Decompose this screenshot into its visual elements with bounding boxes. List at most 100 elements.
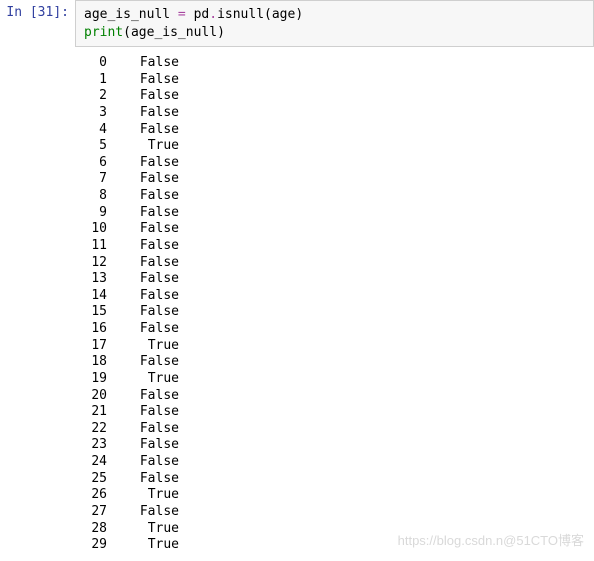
row-value: False bbox=[107, 171, 179, 188]
row-value: False bbox=[107, 155, 179, 172]
row-value: False bbox=[107, 255, 179, 272]
stdout-output: 0False1False2False3False4False5True6Fals… bbox=[75, 47, 594, 558]
row-value: False bbox=[107, 72, 179, 89]
row-value: False bbox=[107, 471, 179, 488]
row-value: False bbox=[107, 437, 179, 454]
code-token: pd bbox=[194, 7, 210, 22]
row-index: 26 bbox=[83, 487, 107, 504]
output-row: 28True bbox=[83, 521, 586, 538]
code-token: isnull bbox=[217, 7, 264, 22]
row-index: 2 bbox=[83, 88, 107, 105]
code-token: age_is_null bbox=[131, 25, 217, 40]
output-row: 27False bbox=[83, 504, 586, 521]
code-token: ) bbox=[295, 7, 303, 22]
row-value: True bbox=[107, 537, 179, 554]
output-row: 12False bbox=[83, 255, 586, 272]
output-prompt-spacer bbox=[0, 47, 75, 558]
row-index: 18 bbox=[83, 354, 107, 371]
output-row: 20False bbox=[83, 388, 586, 405]
row-value: False bbox=[107, 504, 179, 521]
output-row: 13False bbox=[83, 271, 586, 288]
output-row: 24False bbox=[83, 454, 586, 471]
row-value: False bbox=[107, 55, 179, 72]
row-value: False bbox=[107, 122, 179, 139]
input-cell: In [31]: age_is_null = pd.isnull ( age) pr… bbox=[0, 0, 594, 47]
output-row: 21False bbox=[83, 404, 586, 421]
row-value: False bbox=[107, 288, 179, 305]
row-index: 12 bbox=[83, 255, 107, 272]
row-value: False bbox=[107, 105, 179, 122]
code-token: age_is_null bbox=[84, 7, 170, 22]
row-value: True bbox=[107, 521, 179, 538]
row-value: True bbox=[107, 138, 179, 155]
row-value: False bbox=[107, 205, 179, 222]
row-index: 10 bbox=[83, 221, 107, 238]
output-row: 7False bbox=[83, 171, 586, 188]
row-value: False bbox=[107, 354, 179, 371]
code-input[interactable]: age_is_null = pd.isnull(age) print(age_i… bbox=[75, 0, 594, 47]
output-row: 1False bbox=[83, 72, 586, 89]
row-index: 21 bbox=[83, 404, 107, 421]
prompt-in-label: In bbox=[6, 5, 29, 20]
output-row: 8False bbox=[83, 188, 586, 205]
output-row: 11False bbox=[83, 238, 586, 255]
row-index: 8 bbox=[83, 188, 107, 205]
row-value: False bbox=[107, 321, 179, 338]
output-cell: 0False1False2False3False4False5True6Fals… bbox=[0, 47, 594, 558]
row-index: 14 bbox=[83, 288, 107, 305]
row-value: False bbox=[107, 238, 179, 255]
row-value: False bbox=[107, 388, 179, 405]
row-index: 9 bbox=[83, 205, 107, 222]
row-index: 13 bbox=[83, 271, 107, 288]
row-index: 17 bbox=[83, 338, 107, 355]
row-index: 15 bbox=[83, 304, 107, 321]
output-row: 16False bbox=[83, 321, 586, 338]
output-row: 23False bbox=[83, 437, 586, 454]
output-row: 18False bbox=[83, 354, 586, 371]
row-index: 1 bbox=[83, 72, 107, 89]
output-row: 25False bbox=[83, 471, 586, 488]
row-value: False bbox=[107, 221, 179, 238]
output-row: 10False bbox=[83, 221, 586, 238]
code-token: ( bbox=[123, 25, 131, 40]
row-index: 3 bbox=[83, 105, 107, 122]
output-row: 0False bbox=[83, 55, 586, 72]
row-index: 28 bbox=[83, 521, 107, 538]
output-row: 22False bbox=[83, 421, 586, 438]
row-index: 11 bbox=[83, 238, 107, 255]
output-row: 29True bbox=[83, 537, 586, 554]
code-token: ) bbox=[217, 25, 225, 40]
row-value: False bbox=[107, 271, 179, 288]
row-index: 19 bbox=[83, 371, 107, 388]
row-index: 25 bbox=[83, 471, 107, 488]
row-value: True bbox=[107, 487, 179, 504]
output-row: 2False bbox=[83, 88, 586, 105]
row-index: 5 bbox=[83, 138, 107, 155]
row-index: 24 bbox=[83, 454, 107, 471]
row-index: 29 bbox=[83, 537, 107, 554]
output-row: 19True bbox=[83, 371, 586, 388]
row-value: False bbox=[107, 304, 179, 321]
code-token: age bbox=[272, 7, 295, 22]
output-row: 26True bbox=[83, 487, 586, 504]
output-row: 3False bbox=[83, 105, 586, 122]
row-index: 7 bbox=[83, 171, 107, 188]
prompt-number: [31]: bbox=[30, 5, 69, 20]
row-value: True bbox=[107, 371, 179, 388]
output-row: 4False bbox=[83, 122, 586, 139]
row-index: 22 bbox=[83, 421, 107, 438]
row-value: True bbox=[107, 338, 179, 355]
code-token: . bbox=[209, 7, 217, 22]
row-index: 16 bbox=[83, 321, 107, 338]
code-token: = bbox=[170, 7, 193, 22]
row-value: False bbox=[107, 88, 179, 105]
row-index: 0 bbox=[83, 55, 107, 72]
row-value: False bbox=[107, 454, 179, 471]
code-token: print bbox=[84, 25, 123, 40]
output-row: 9False bbox=[83, 205, 586, 222]
row-index: 23 bbox=[83, 437, 107, 454]
row-value: False bbox=[107, 188, 179, 205]
output-row: 6False bbox=[83, 155, 586, 172]
row-value: False bbox=[107, 421, 179, 438]
row-index: 27 bbox=[83, 504, 107, 521]
